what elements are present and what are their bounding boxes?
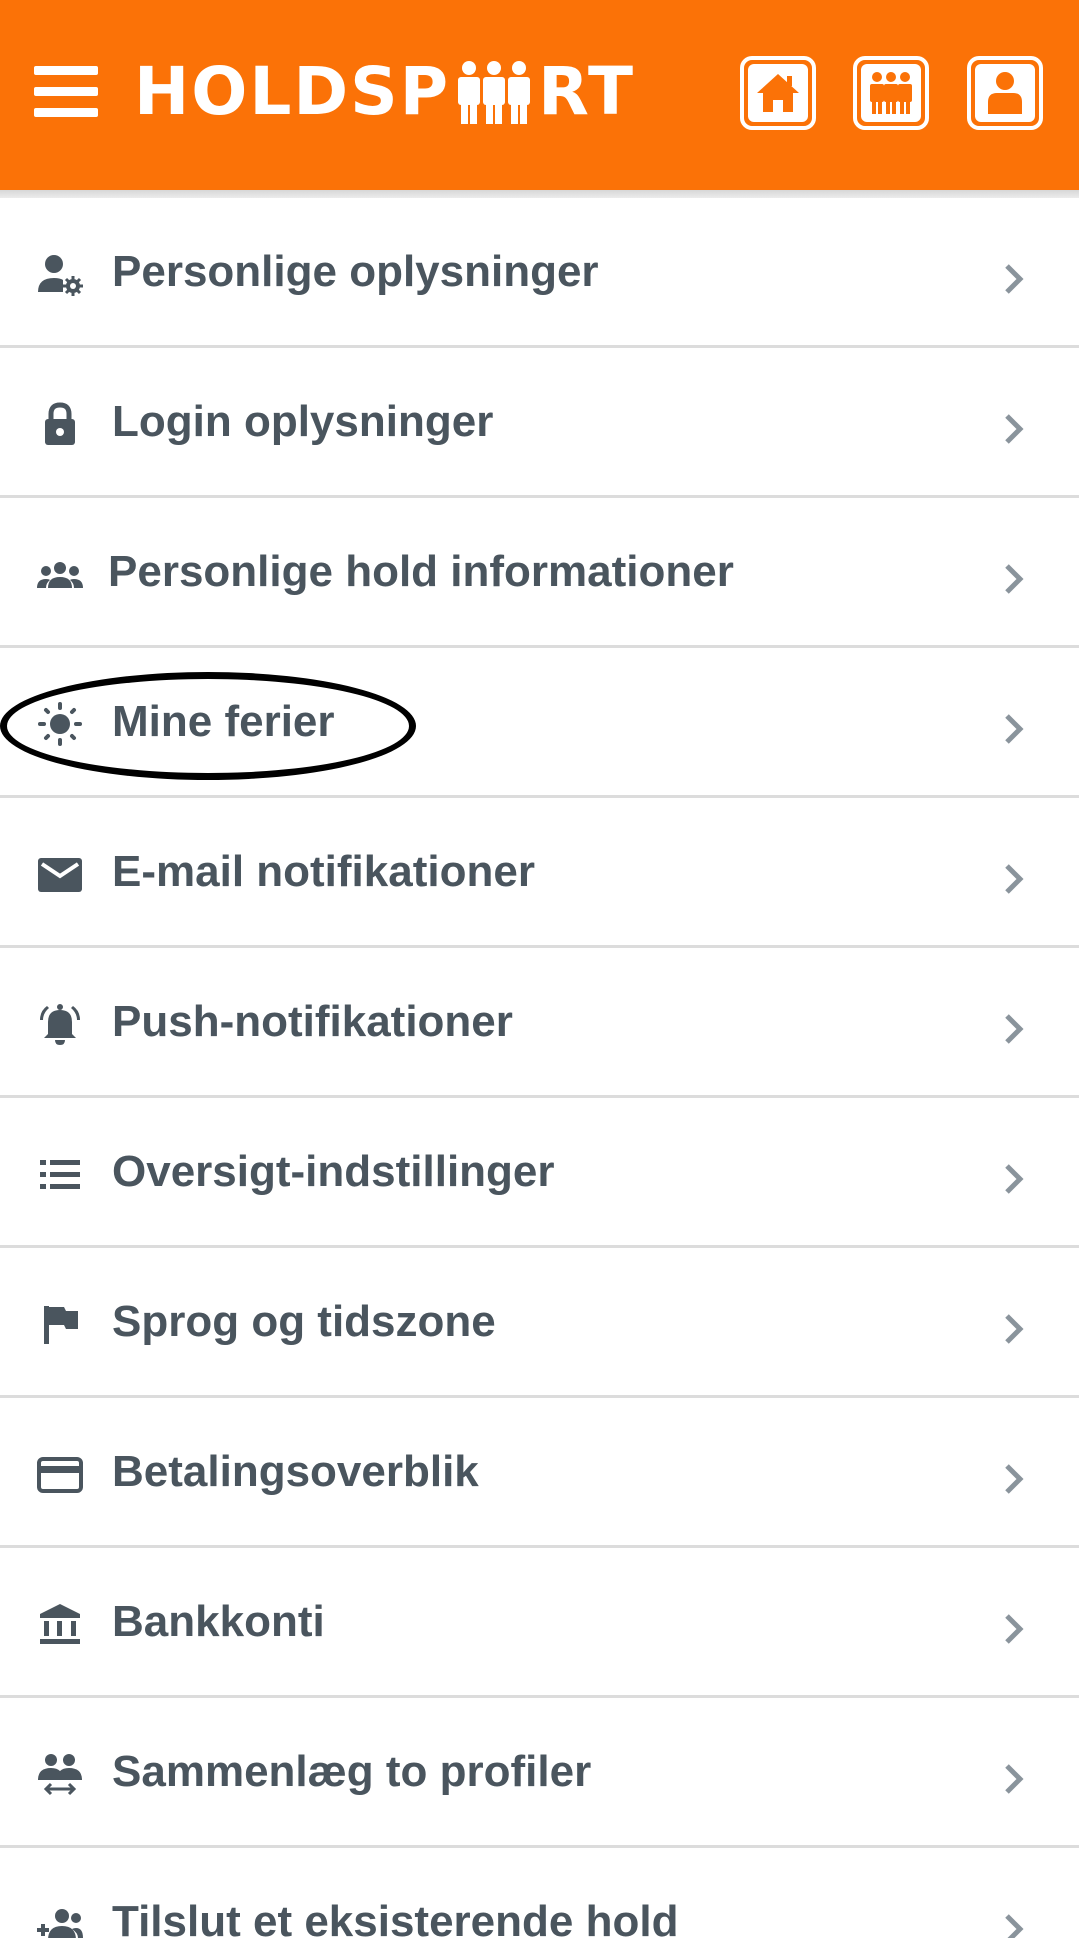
top-app-bar: HOLDSP RT (0, 0, 1079, 190)
user-settings-icon (38, 255, 83, 296)
chevron-right-icon (1005, 1614, 1024, 1644)
chevron-right-icon (1005, 414, 1024, 444)
settings-item-login-oplysninger[interactable]: Login oplysninger (0, 348, 1079, 498)
chevron-right-icon (1005, 564, 1024, 594)
settings-item-betalingsoverblik[interactable]: Betalingsoverblik (0, 1398, 1079, 1548)
chevron-right-icon (1005, 864, 1024, 894)
chevron-right-icon (1005, 1914, 1024, 1938)
settings-item-label: Oversigt-indstillinger (112, 1147, 555, 1196)
settings-item-personlige-oplysninger[interactable]: Personlige oplysninger (0, 198, 1079, 348)
add-group-icon (37, 1909, 83, 1938)
settings-item-label: Sammenlæg to profiler (112, 1747, 592, 1796)
settings-item-push-notifikationer[interactable]: Push-notifikationer (0, 948, 1079, 1098)
credit-card-icon (37, 1457, 83, 1493)
settings-item-label: Push-notifikationer (112, 997, 513, 1046)
settings-item-label: Sprog og tidszone (112, 1297, 496, 1346)
lock-icon (45, 402, 75, 445)
bank-icon (40, 1604, 80, 1644)
hamburger-menu-icon[interactable] (34, 66, 98, 118)
logo-text-end: RT (538, 53, 635, 130)
settings-item-sprog-og-tidszone[interactable]: Sprog og tidszone (0, 1248, 1079, 1398)
profile-button[interactable] (967, 56, 1043, 130)
holdsport-logo[interactable]: HOLDSP RT (134, 56, 635, 128)
group-icon (37, 562, 83, 588)
profile-icon (988, 72, 1022, 114)
sun-icon (38, 702, 82, 746)
logo-people-icon (458, 61, 531, 124)
settings-item-label: Betalingsoverblik (112, 1447, 479, 1496)
settings-list: Personlige oplysninger Login oplysninger (0, 198, 1079, 1938)
chevron-right-icon (1005, 1764, 1024, 1794)
chevron-right-icon (1005, 1014, 1024, 1044)
settings-item-label: Bankkonti (112, 1597, 325, 1646)
chevron-right-icon (1005, 714, 1024, 744)
settings-item-label: E-mail notifikationer (112, 847, 535, 896)
list-icon (40, 1160, 80, 1189)
chevron-right-icon (1005, 1464, 1024, 1494)
settings-item-label: Tilslut et eksisterende hold (112, 1897, 679, 1938)
merge-users-icon (38, 1754, 82, 1796)
flag-icon (44, 1306, 78, 1344)
chevron-right-icon (1005, 264, 1024, 294)
settings-item-bankkonti[interactable]: Bankkonti (0, 1548, 1079, 1698)
chevron-right-icon (1005, 1314, 1024, 1344)
settings-item-label: Personlige oplysninger (112, 247, 599, 296)
settings-item-mine-ferier[interactable]: Mine ferier (0, 648, 1079, 798)
settings-item-tilslut-et-eksisterende-hold[interactable]: Tilslut et eksisterende hold (0, 1848, 1079, 1938)
settings-item-personlige-hold-informationer[interactable]: Personlige hold informationer (0, 498, 1079, 648)
settings-item-label: Personlige hold informationer (108, 547, 734, 596)
settings-item-sammenlaeg-to-profiler[interactable]: Sammenlæg to profiler (0, 1698, 1079, 1848)
header-shadow (0, 190, 1079, 198)
chevron-right-icon (1005, 1164, 1024, 1194)
settings-item-label: Login oplysninger (112, 397, 494, 446)
logo-text-start: HOLDSP (134, 53, 451, 130)
home-icon (757, 74, 799, 112)
settings-item-oversigt-indstillinger[interactable]: Oversigt-indstillinger (0, 1098, 1079, 1248)
settings-item-label: Mine ferier (112, 697, 335, 746)
bell-icon (40, 1004, 80, 1045)
home-button[interactable] (740, 56, 816, 130)
team-icon (870, 72, 912, 114)
settings-item-e-mail-notifikationer[interactable]: E-mail notifikationer (0, 798, 1079, 948)
mail-icon (38, 858, 82, 892)
teams-button[interactable] (853, 56, 929, 130)
